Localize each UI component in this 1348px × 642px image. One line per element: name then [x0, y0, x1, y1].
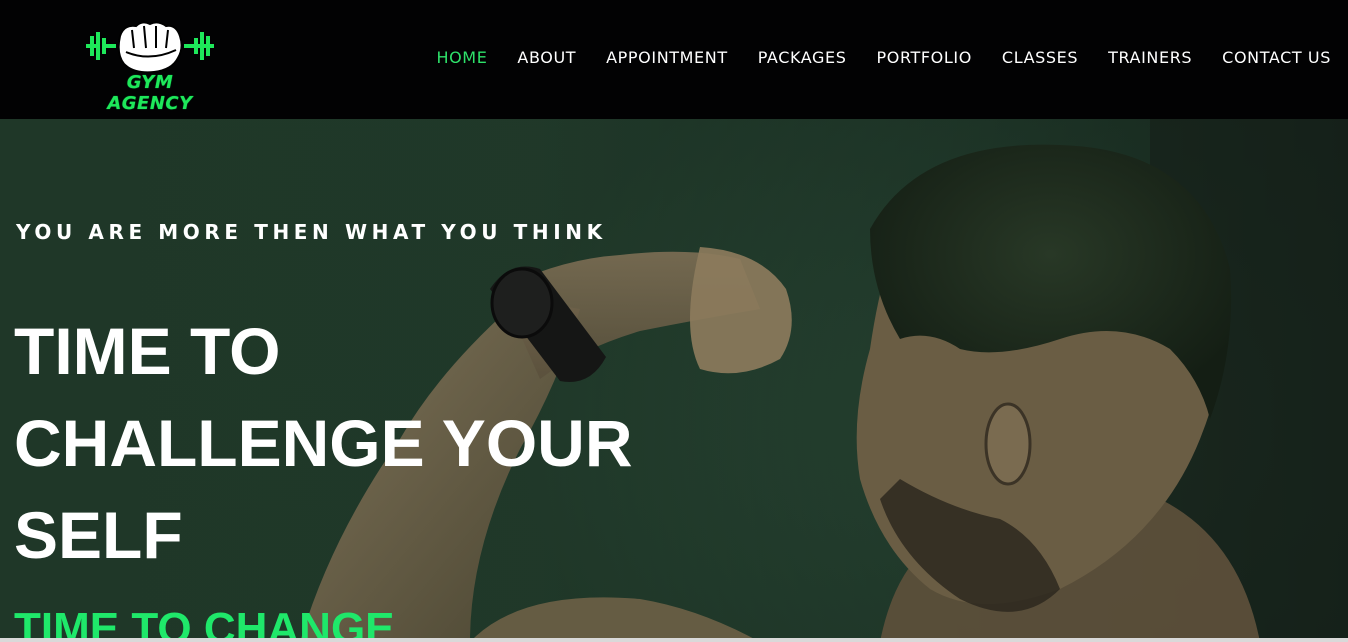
nav-home[interactable]: HOME [436, 48, 487, 68]
nav-classes[interactable]: CLASSES [1002, 48, 1078, 68]
logo[interactable]: GYM AGENCY [84, 18, 216, 114]
nav-portfolio[interactable]: PORTFOLIO [877, 48, 972, 68]
nav-appointment[interactable]: APPOINTMENT [606, 48, 728, 68]
page: GYM AGENCY HOME ABOUT APPOINTMENT PACKAG… [0, 0, 1348, 642]
dumbbell-fist-icon [86, 21, 214, 74]
hero-title-line-1: TIME TO [14, 314, 281, 388]
logo-text: GYM AGENCY [107, 72, 193, 114]
hero-section: YOU ARE MORE THEN WHAT YOU THINK TIME TO… [0, 119, 1348, 642]
nav-packages[interactable]: PACKAGES [758, 48, 847, 68]
bottom-divider [0, 638, 1348, 642]
hero-subtitle: TIME TO CHANGE [14, 604, 395, 642]
main-nav: HOME ABOUT APPOINTMENT PACKAGES PORTFOLI… [406, 48, 1331, 68]
hero-title: TIME TO CHALLENGE YOUR SELF [14, 305, 654, 581]
hero-title-line-3: SELF [14, 498, 183, 572]
hero-title-line-2: CHALLENGE YOUR [14, 406, 633, 480]
nav-about[interactable]: ABOUT [517, 48, 576, 68]
site-header: GYM AGENCY HOME ABOUT APPOINTMENT PACKAG… [0, 0, 1348, 119]
nav-contact-us[interactable]: CONTACT US [1222, 48, 1331, 68]
nav-trainers[interactable]: TRAINERS [1108, 48, 1192, 68]
hero-tagline: YOU ARE MORE THEN WHAT YOU THINK [16, 220, 607, 244]
